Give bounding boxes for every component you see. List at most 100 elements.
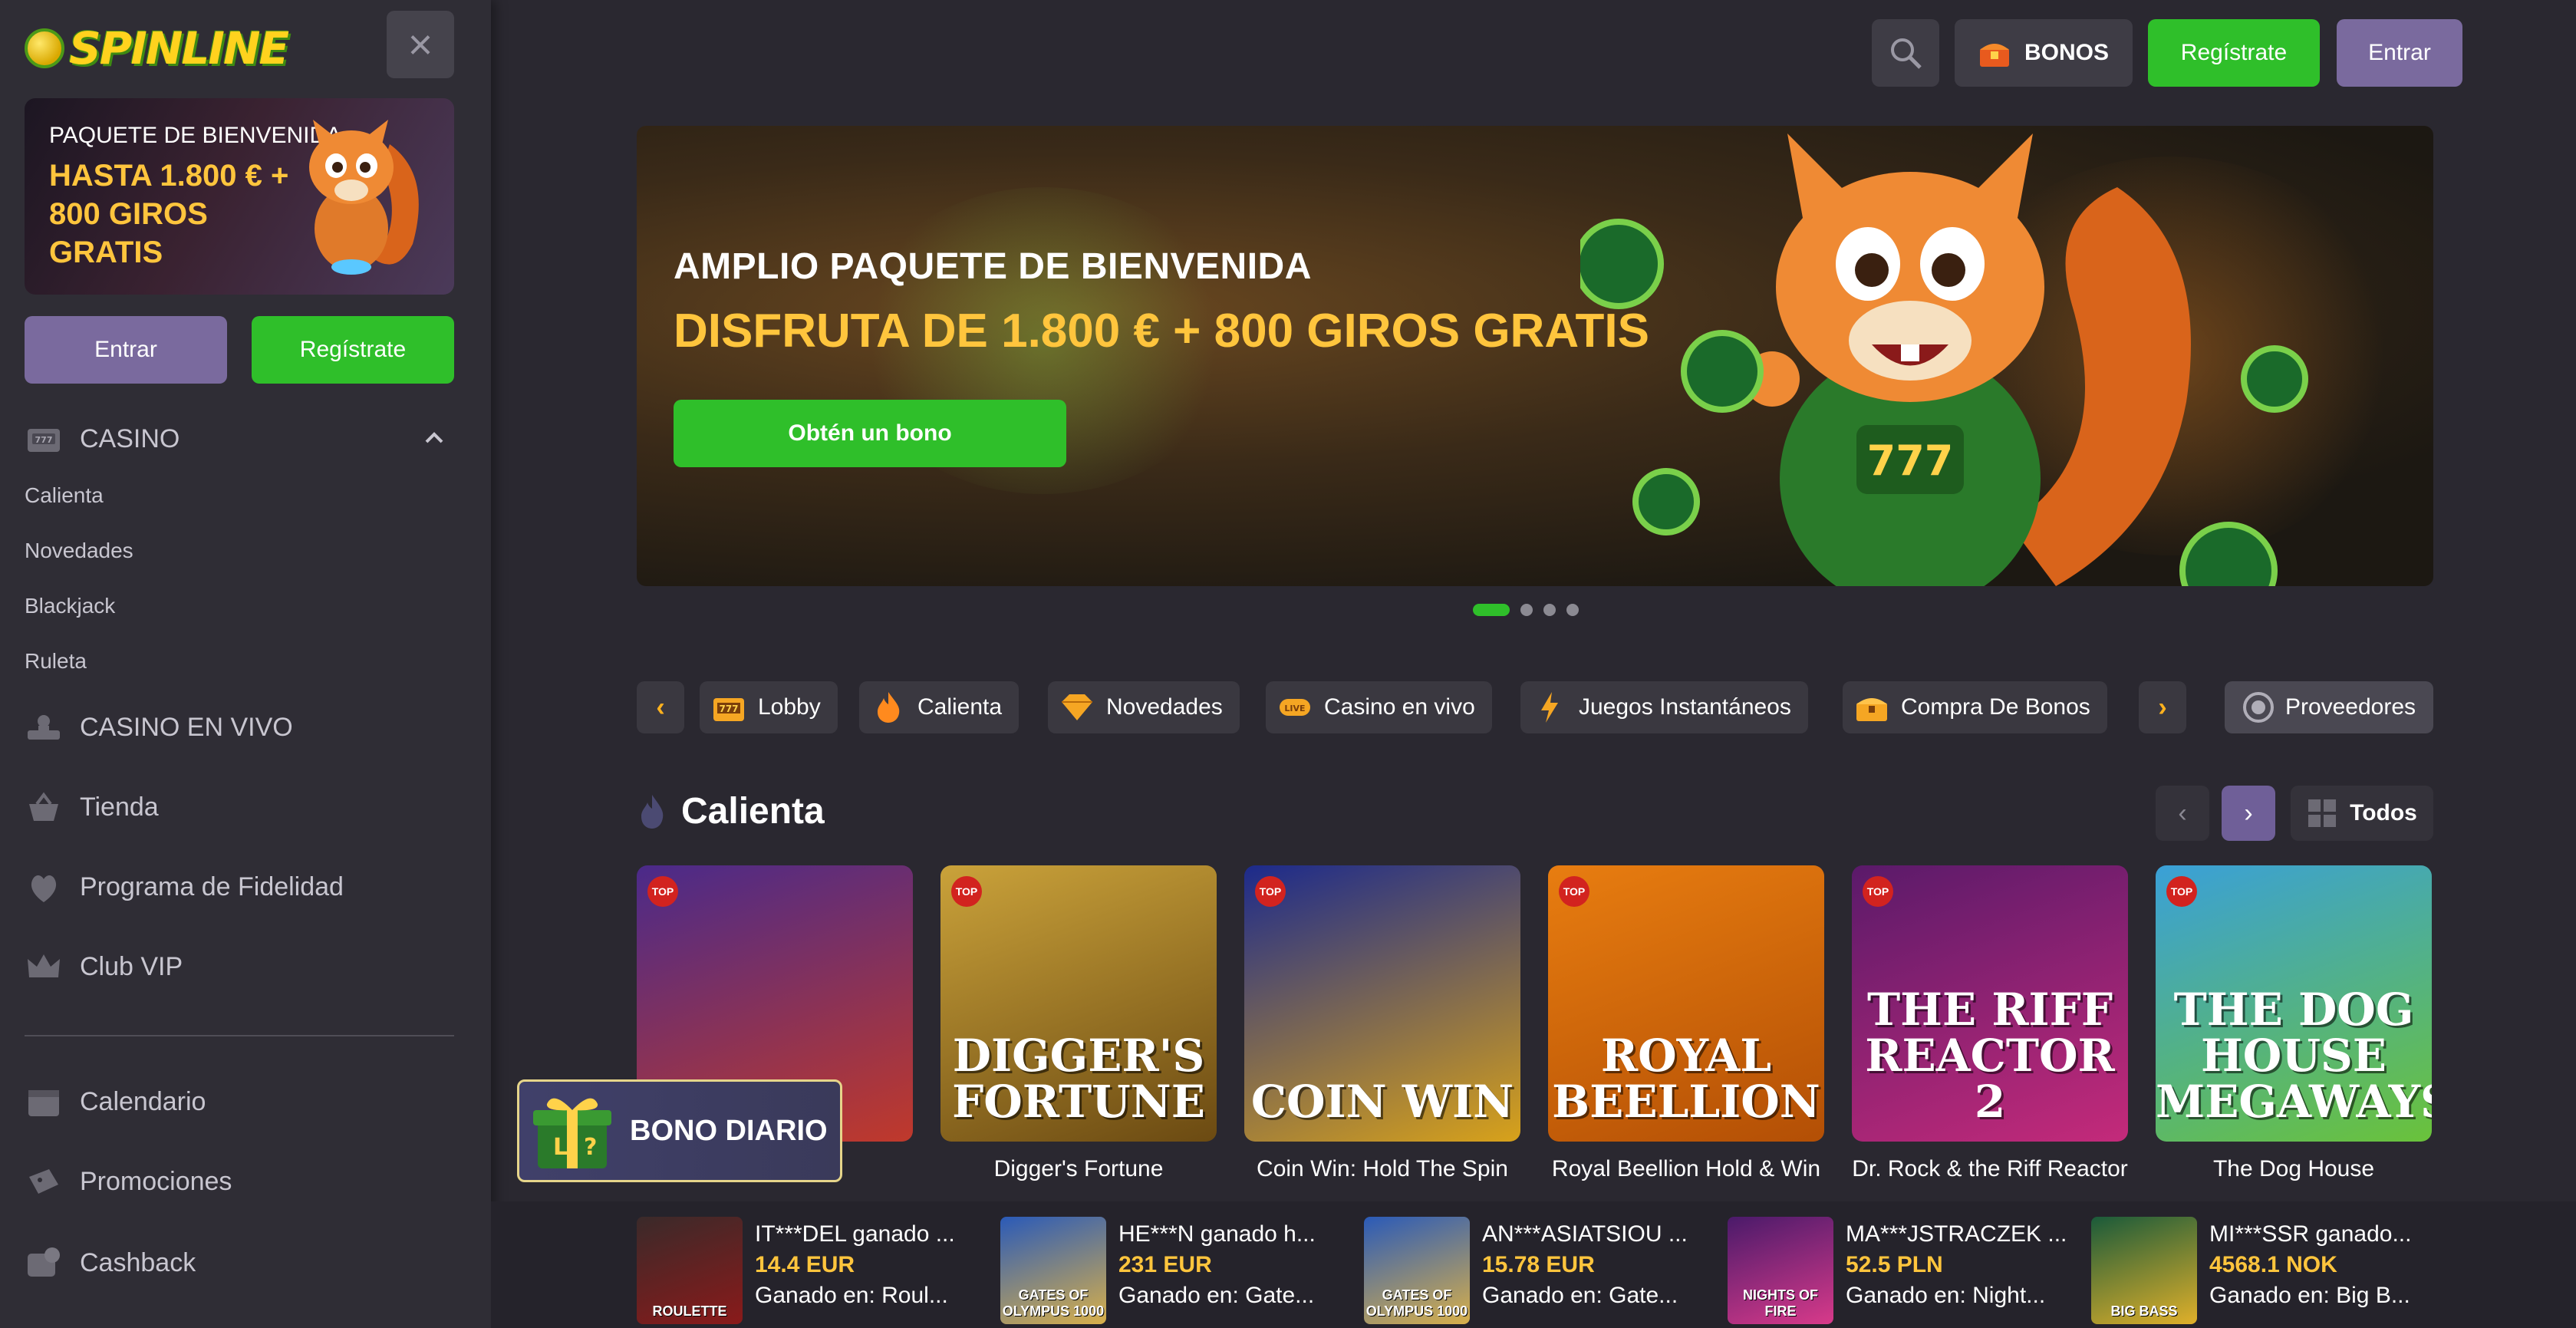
category-juegos-instantaneos[interactable]: Juegos Instantáneos (1520, 681, 1808, 733)
section-prev-button[interactable]: ‹ (2156, 786, 2209, 841)
fire-icon (641, 794, 664, 829)
sidebar-subitem-ruleta[interactable]: Ruleta (25, 649, 87, 674)
game-thumbnail[interactable]: TOP DIGGER'S FORTUNE (940, 865, 1217, 1142)
squirrel-mascot-icon (309, 120, 419, 275)
winner-item[interactable]: GATES OF OLYMPUS 1000 HE***N ganado h... 2… (1000, 1217, 1349, 1324)
category-label: Casino en vivo (1324, 694, 1475, 720)
top-badge: TOP (647, 876, 678, 907)
winner-game-thumbnail-label: ROULETTE (652, 1303, 727, 1319)
sidebar-item-fidelidad[interactable]: Programa de Fidelidad (25, 870, 344, 904)
game-name[interactable]: The Dog House Megaways (2156, 1154, 2432, 1185)
sidebar-item-casino[interactable]: 777 CASINO (25, 422, 180, 456)
search-button[interactable] (1872, 19, 1939, 87)
close-sidebar-button[interactable]: × (387, 11, 454, 78)
winner-game-thumbnail[interactable]: BIG BASS (2091, 1217, 2197, 1324)
svg-text:777: 777 (1867, 437, 1954, 485)
winner-item[interactable]: NIGHTS OF FIRE MA***JSTRACZEK ... 52.5 PLN… (1728, 1217, 2076, 1324)
chevron-up-icon[interactable] (420, 427, 448, 450)
game-card[interactable]: TOP THE RIFF REACTOR 2 Dr. Rock & the Riff… (1852, 865, 2128, 1185)
top-badge: TOP (1255, 876, 1286, 907)
section-next-button[interactable]: › (2222, 786, 2275, 841)
winner-amount: 15.78 EUR (1482, 1252, 1595, 1277)
crown-icon (25, 950, 63, 984)
svg-text:LIVE: LIVE (1284, 704, 1305, 713)
sidebar-subitem-blackjack[interactable]: Blackjack (25, 594, 115, 618)
sidebar-subitem-calienta[interactable]: Calienta (25, 483, 104, 508)
category-prev-button[interactable]: ‹ (637, 681, 684, 733)
sidebar-subitem-novedades[interactable]: Novedades (25, 539, 133, 563)
game-art-title: THE RIFF REACTOR 2 (1865, 984, 2115, 1128)
view-all-button[interactable]: Todos (2291, 786, 2433, 841)
welcome-promo-card[interactable]: PAQUETE DE BIENVENIDA HASTA 1.800 € + 80… (25, 98, 454, 295)
game-thumbnail[interactable]: TOP COIN WIN (1244, 865, 1520, 1142)
daily-bonus-widget[interactable]: L ? BONO DIARIO (517, 1079, 842, 1182)
close-icon: × (407, 20, 433, 68)
winner-item[interactable]: GATES OF OLYMPUS 1000 AN***ASIATSIOU ... 1… (1364, 1217, 1712, 1324)
category-label: Calienta (917, 694, 1003, 720)
sidebar-item-label: Tienda (80, 792, 159, 822)
chevron-left-icon: ‹ (656, 692, 665, 722)
game-name[interactable]: Coin Win: Hold The Spin (1244, 1154, 1520, 1185)
winner-game-thumbnail[interactable]: GATES OF OLYMPUS 1000 (1364, 1217, 1470, 1324)
sidebar-item-label: CASINO (80, 423, 180, 453)
category-label: Compra De Bonos (1901, 694, 2090, 720)
winner-item[interactable]: BIG BASS MI***SSR ganado... 4568.1 NOK Gana… (2091, 1217, 2439, 1324)
winner-game: Ganado en: Gate... (1118, 1283, 1315, 1308)
category-compra-de-bonos[interactable]: Compra De Bonos (1843, 681, 2107, 733)
sidebar-item-club-vip[interactable]: Club VIP (25, 950, 183, 984)
sidebar-item-label: Calendario (80, 1086, 206, 1116)
game-name[interactable]: Digger's Fortune (940, 1154, 1217, 1185)
winner-item[interactable]: ROULETTE IT***DEL ganado ... 14.4 EUR Ganad… (637, 1217, 985, 1324)
hero-banner[interactable]: 777 AMPLIO PAQUETE DE BIENVENIDA DISFRUT… (637, 126, 2433, 586)
game-name[interactable]: Dr. Rock & the Riff Reactor 2 (1852, 1154, 2128, 1185)
carousel-dot[interactable] (1520, 604, 1533, 616)
hero-title: AMPLIO PAQUETE DE BIENVENIDA (674, 246, 1312, 287)
category-calienta[interactable]: Calienta (859, 681, 1020, 733)
live-icon: LIVE (1278, 690, 1312, 724)
sidebar-register-button[interactable]: Regístrate (252, 316, 454, 384)
squirrel-mascot-icon: 777 (1580, 133, 2308, 586)
get-bonus-button[interactable]: Obtén un bono (674, 400, 1066, 467)
category-next-button[interactable]: › (2139, 681, 2186, 733)
game-card[interactable]: TOP THE DOG HOUSE MEGAWAYS The Dog House M… (2156, 865, 2432, 1185)
providers-button[interactable]: Proveedores (2225, 681, 2433, 733)
winner-game-thumbnail[interactable]: GATES OF OLYMPUS 1000 (1000, 1217, 1106, 1324)
chest-icon (1855, 690, 1889, 724)
category-casino-en-vivo[interactable]: LIVE Casino en vivo (1266, 681, 1492, 733)
sidebar-divider (25, 1035, 454, 1036)
header-enter-button[interactable]: Entrar (2337, 19, 2462, 87)
category-novedades[interactable]: Novedades (1048, 681, 1240, 733)
game-thumbnail[interactable]: TOP THE RIFF REACTOR 2 (1852, 865, 2128, 1142)
carousel-dot[interactable] (1473, 604, 1510, 616)
winner-game-thumbnail[interactable]: NIGHTS OF FIRE (1728, 1217, 1833, 1324)
sidebar-enter-button[interactable]: Entrar (25, 316, 227, 384)
spinline-logo[interactable]: SPINLINE (25, 14, 289, 83)
game-card[interactable]: TOP DIGGER'S FORTUNE Digger's Fortune (940, 865, 1217, 1185)
game-card[interactable]: TOP COIN WIN Coin Win: Hold The Spin (1244, 865, 1520, 1185)
winner-game-thumbnail-label: NIGHTS OF FIRE (1743, 1287, 1818, 1319)
winner-name: MA***JSTRACZEK ... (1846, 1221, 2067, 1247)
coin-logo-icon (25, 28, 64, 68)
winner-game-thumbnail[interactable]: ROULETTE (637, 1217, 743, 1324)
sidebar-item-casino-en-vivo[interactable]: CASINO EN VIVO (25, 710, 293, 744)
sidebar-item-cashback[interactable]: Cashback (25, 1246, 196, 1280)
winner-name: IT***DEL ganado ... (755, 1221, 955, 1247)
header-register-button[interactable]: Regístrate (2148, 19, 2320, 87)
chevron-right-icon: › (2158, 692, 2167, 722)
loyalty-icon (25, 870, 63, 904)
promo-line2: HASTA 1.800 € + 800 GIROS GRATIS (49, 159, 289, 269)
category-lobby[interactable]: 777 Lobby (700, 681, 838, 733)
sidebar-item-promociones[interactable]: Promociones (25, 1165, 232, 1198)
carousel-dot[interactable] (1566, 604, 1579, 616)
carousel-dot[interactable] (1543, 604, 1556, 616)
bonos-button[interactable]: BONOS (1955, 19, 2133, 87)
game-thumbnail[interactable]: TOP THE DOG HOUSE MEGAWAYS (2156, 865, 2432, 1142)
game-name[interactable]: Royal Beellion Hold & Win (1548, 1154, 1824, 1185)
game-card[interactable]: TOP ROYAL BEELLION Royal Beellion Hold & W… (1548, 865, 1824, 1185)
winners-ticker: ROULETTE IT***DEL ganado ... 14.4 EUR Ganad… (491, 1201, 2576, 1328)
top-badge: TOP (951, 876, 982, 907)
sidebar-item-tienda[interactable]: Tienda (25, 790, 159, 824)
sidebar-item-calendario[interactable]: Calendario (25, 1085, 206, 1119)
section-title: Calienta (637, 790, 825, 832)
game-thumbnail[interactable]: TOP ROYAL BEELLION (1548, 865, 1824, 1142)
